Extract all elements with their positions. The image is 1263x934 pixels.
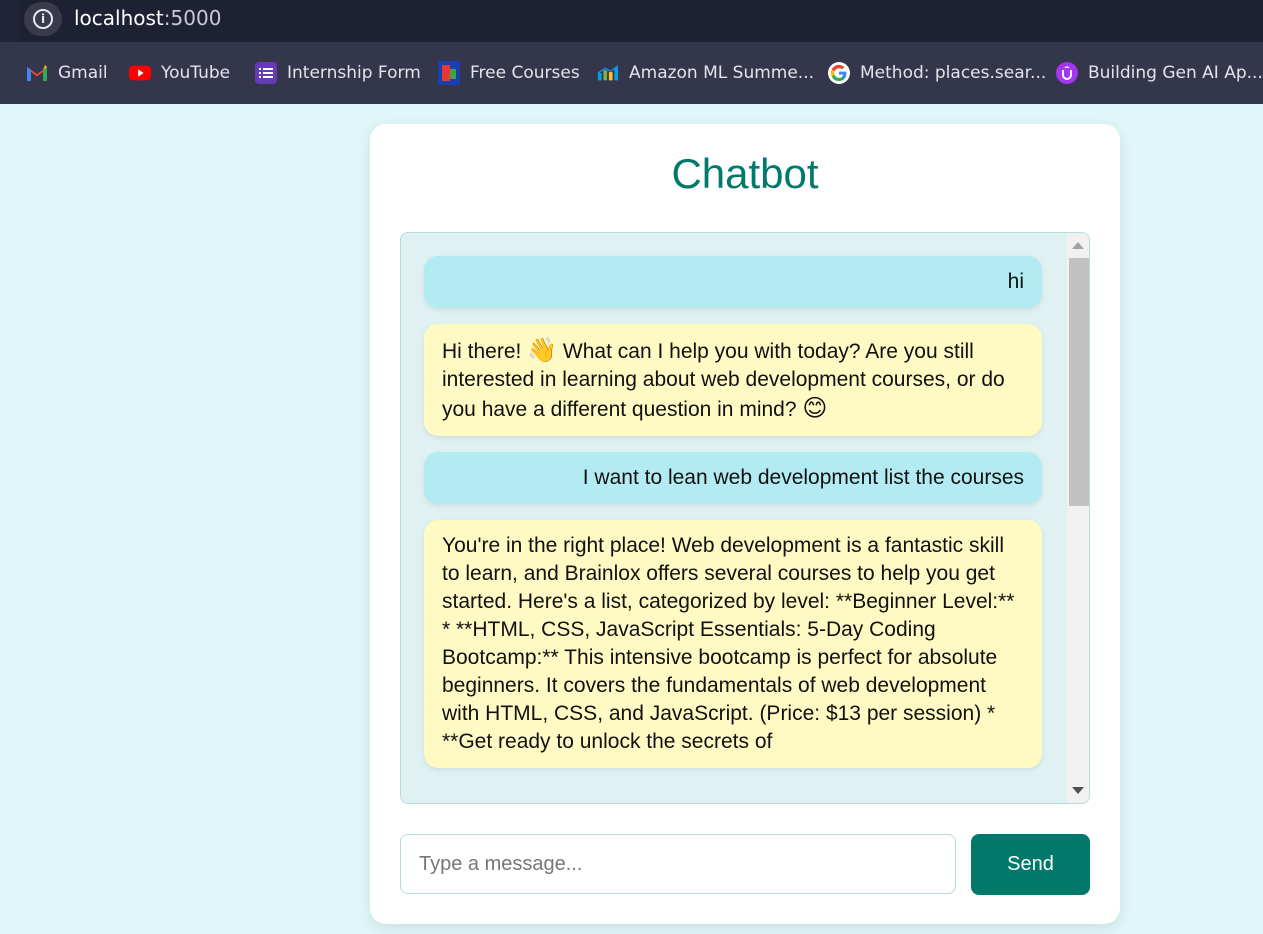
info-icon: i xyxy=(33,9,53,29)
smiling-face-emoji: 😊 xyxy=(802,394,828,422)
bookmark-label: YouTube xyxy=(161,63,231,83)
waving-hand-emoji: 👋 xyxy=(527,336,558,364)
bookmark-gen-ai[interactable]: Building Gen AI Ap... xyxy=(1056,60,1263,86)
udemy-icon xyxy=(1056,62,1078,84)
message-list: hi Hi there! 👋 What can I help you with … xyxy=(424,256,1042,784)
bookmark-internship-form[interactable]: Internship Form xyxy=(255,60,421,86)
bookmark-label: Building Gen AI Ap... xyxy=(1088,63,1263,83)
user-message: hi xyxy=(424,256,1042,308)
site-info-button[interactable]: i xyxy=(24,2,62,36)
google-icon xyxy=(828,62,850,84)
bookmark-label: Amazon ML Summe... xyxy=(629,63,815,83)
bookmark-places-search[interactable]: Method: places.sear... xyxy=(828,60,1046,86)
bookmark-gmail[interactable]: Gmail xyxy=(26,60,108,86)
youtube-icon xyxy=(129,62,151,84)
courses-icon xyxy=(438,61,460,85)
forms-icon xyxy=(255,62,277,84)
bot-message: You're in the right place! Web developme… xyxy=(424,520,1042,768)
gmail-icon xyxy=(26,62,48,84)
bookmark-label: Gmail xyxy=(58,63,108,83)
scrollbar[interactable] xyxy=(1067,233,1089,803)
bookmark-free-courses[interactable]: Free Courses xyxy=(438,60,580,86)
scrollbar-thumb[interactable] xyxy=(1069,258,1089,506)
url-text[interactable]: localhost:5000 xyxy=(74,6,221,30)
send-button[interactable]: Send xyxy=(971,834,1090,895)
bookmark-youtube[interactable]: YouTube xyxy=(129,60,230,86)
message-input[interactable] xyxy=(400,834,956,894)
bookmark-label: Free Courses xyxy=(470,63,580,83)
user-message: I want to lean web development list the … xyxy=(424,452,1042,504)
url-host: localhost xyxy=(74,6,164,30)
page-title: Chatbot xyxy=(671,150,819,197)
scroll-up-arrow-icon[interactable] xyxy=(1072,242,1084,249)
chat-messages-panel[interactable]: hi Hi there! 👋 What can I help you with … xyxy=(400,232,1090,804)
chart-icon xyxy=(597,62,619,84)
url-port: :5000 xyxy=(163,6,222,30)
bot-message: Hi there! 👋 What can I help you with tod… xyxy=(424,324,1042,436)
scroll-down-arrow-icon[interactable] xyxy=(1072,787,1084,794)
bookmark-amazon-ml[interactable]: Amazon ML Summe... xyxy=(597,60,814,86)
bookmark-label: Method: places.sear... xyxy=(860,63,1047,83)
bot-message-text: Hi there! xyxy=(442,340,528,363)
bookmark-label: Internship Form xyxy=(287,63,421,83)
